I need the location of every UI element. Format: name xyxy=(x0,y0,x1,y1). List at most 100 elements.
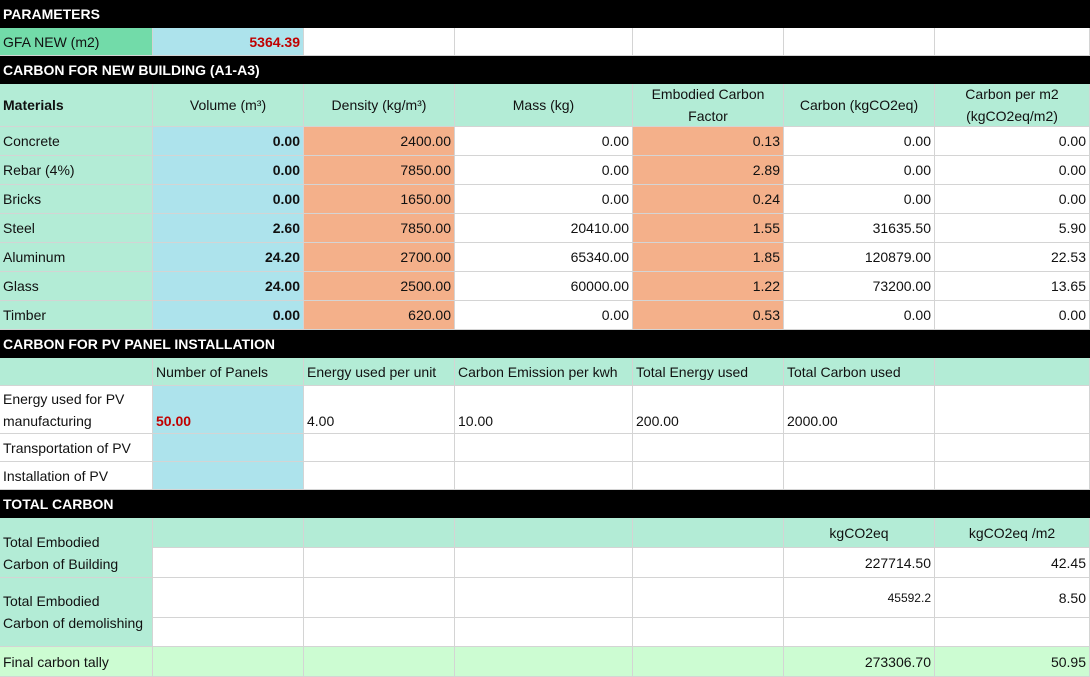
cell[interactable] xyxy=(455,618,633,647)
gfa-value[interactable]: 5364.39 xyxy=(153,28,304,56)
cell[interactable] xyxy=(455,434,633,462)
col-density[interactable]: Density (kg/m³) xyxy=(304,84,455,127)
pv-install-label[interactable]: Installation of PV xyxy=(0,462,153,490)
cell[interactable] xyxy=(455,578,633,618)
mass-cell[interactable]: 0.00 xyxy=(455,156,633,185)
total-building-kg[interactable]: 227714.50 xyxy=(784,548,935,578)
col-kgco2eq-per-m2[interactable]: kgCO2eq /m2 xyxy=(935,518,1090,548)
cell[interactable] xyxy=(304,462,455,490)
mass-cell[interactable]: 0.00 xyxy=(455,127,633,156)
factor-cell[interactable]: 2.89 xyxy=(633,156,784,185)
carbon-cell[interactable]: 0.00 xyxy=(784,127,935,156)
cell[interactable] xyxy=(935,462,1090,490)
per-m2-cell[interactable]: 0.00 xyxy=(935,301,1090,330)
cell[interactable] xyxy=(153,518,304,548)
density-cell[interactable]: 1650.00 xyxy=(304,185,455,214)
cell[interactable] xyxy=(633,548,784,578)
material-name[interactable]: Glass xyxy=(0,272,153,301)
col-kgco2eq[interactable]: kgCO2eq xyxy=(784,518,935,548)
per-m2-cell[interactable]: 13.65 xyxy=(935,272,1090,301)
density-cell[interactable]: 2400.00 xyxy=(304,127,455,156)
cell[interactable] xyxy=(304,618,455,647)
factor-cell[interactable]: 0.24 xyxy=(633,185,784,214)
volume-cell[interactable]: 0.00 xyxy=(153,185,304,214)
factor-cell[interactable]: 1.55 xyxy=(633,214,784,243)
density-cell[interactable]: 2500.00 xyxy=(304,272,455,301)
cell[interactable] xyxy=(304,518,455,548)
col-mass[interactable]: Mass (kg) xyxy=(455,84,633,127)
cell[interactable] xyxy=(633,434,784,462)
cell[interactable] xyxy=(455,647,633,677)
cell[interactable] xyxy=(935,434,1090,462)
per-m2-cell[interactable]: 0.00 xyxy=(935,156,1090,185)
carbon-cell[interactable]: 120879.00 xyxy=(784,243,935,272)
gfa-label[interactable]: GFA NEW (m2) xyxy=(0,28,153,56)
material-name[interactable]: Timber xyxy=(0,301,153,330)
cell[interactable] xyxy=(935,386,1090,434)
density-cell[interactable]: 7850.00 xyxy=(304,156,455,185)
volume-cell[interactable]: 2.60 xyxy=(153,214,304,243)
material-name[interactable]: Concrete xyxy=(0,127,153,156)
col-carbon-per-m2[interactable]: Carbon per m2 (kgCO2eq/m2) xyxy=(935,84,1090,127)
mass-cell[interactable]: 0.00 xyxy=(455,185,633,214)
cell[interactable] xyxy=(633,647,784,677)
per-m2-cell[interactable]: 5.90 xyxy=(935,214,1090,243)
pv-total-carbon[interactable]: 2000.00 xyxy=(784,386,935,434)
density-cell[interactable]: 2700.00 xyxy=(304,243,455,272)
cell[interactable] xyxy=(935,28,1090,56)
cell[interactable] xyxy=(633,462,784,490)
cell[interactable] xyxy=(304,578,455,618)
volume-cell[interactable]: 24.00 xyxy=(153,272,304,301)
col-volume[interactable]: Volume (m³) xyxy=(153,84,304,127)
carbon-cell[interactable]: 0.00 xyxy=(784,301,935,330)
mass-cell[interactable]: 20410.00 xyxy=(455,214,633,243)
factor-cell[interactable]: 0.13 xyxy=(633,127,784,156)
per-m2-cell[interactable]: 0.00 xyxy=(935,185,1090,214)
per-m2-cell[interactable]: 0.00 xyxy=(935,127,1090,156)
pv-energy-per-unit[interactable]: 4.00 xyxy=(304,386,455,434)
cell[interactable] xyxy=(633,28,784,56)
pv-panels-value[interactable]: 50.00 xyxy=(153,386,304,434)
cell[interactable] xyxy=(0,358,153,386)
cell[interactable] xyxy=(304,28,455,56)
cell[interactable] xyxy=(784,462,935,490)
col-total-energy[interactable]: Total Energy used xyxy=(633,358,784,386)
total-demolish-m2[interactable]: 8.50 xyxy=(935,578,1090,618)
carbon-cell[interactable]: 0.00 xyxy=(784,185,935,214)
volume-cell[interactable]: 0.00 xyxy=(153,127,304,156)
final-tally-label[interactable]: Final carbon tally xyxy=(0,647,153,677)
density-cell[interactable]: 620.00 xyxy=(304,301,455,330)
cell[interactable] xyxy=(153,548,304,578)
col-emission-per-kwh[interactable]: Carbon Emission per kwh xyxy=(455,358,633,386)
final-tally-m2[interactable]: 50.95 xyxy=(935,647,1090,677)
cell[interactable] xyxy=(455,28,633,56)
density-cell[interactable]: 7850.00 xyxy=(304,214,455,243)
carbon-cell[interactable]: 31635.50 xyxy=(784,214,935,243)
material-name[interactable]: Rebar (4%) xyxy=(0,156,153,185)
factor-cell[interactable]: 0.53 xyxy=(633,301,784,330)
cell[interactable] xyxy=(153,462,304,490)
cell[interactable] xyxy=(784,434,935,462)
cell[interactable] xyxy=(784,28,935,56)
pv-transport-label[interactable]: Transportation of PV xyxy=(0,434,153,462)
material-name[interactable]: Bricks xyxy=(0,185,153,214)
pv-emission-per-kwh[interactable]: 10.00 xyxy=(455,386,633,434)
cell[interactable] xyxy=(304,548,455,578)
cell[interactable] xyxy=(455,548,633,578)
cell[interactable] xyxy=(633,578,784,618)
carbon-cell[interactable]: 73200.00 xyxy=(784,272,935,301)
material-name[interactable]: Aluminum xyxy=(0,243,153,272)
factor-cell[interactable]: 1.22 xyxy=(633,272,784,301)
cell[interactable] xyxy=(455,462,633,490)
total-demolish-kg[interactable]: 45592.2 xyxy=(784,578,935,618)
col-total-carbon[interactable]: Total Carbon used xyxy=(784,358,935,386)
cell[interactable] xyxy=(153,647,304,677)
cell[interactable] xyxy=(304,434,455,462)
cell[interactable] xyxy=(153,618,304,647)
cell[interactable] xyxy=(935,618,1090,647)
cell[interactable] xyxy=(633,618,784,647)
cell[interactable] xyxy=(633,518,784,548)
col-energy-per-unit[interactable]: Energy used per unit xyxy=(304,358,455,386)
pv-total-energy[interactable]: 200.00 xyxy=(633,386,784,434)
mass-cell[interactable]: 60000.00 xyxy=(455,272,633,301)
